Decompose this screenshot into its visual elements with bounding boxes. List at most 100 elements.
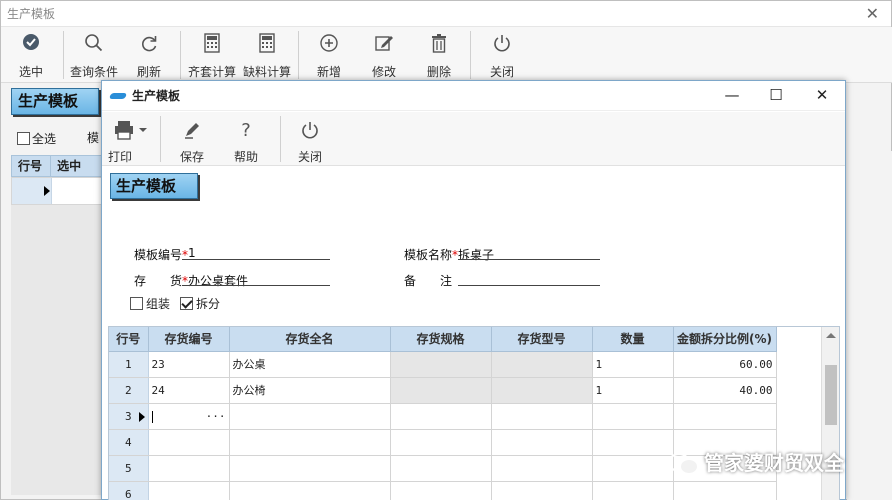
bg-close-label: 关闭 <box>489 65 514 79</box>
inventory-name-cell[interactable] <box>229 455 391 482</box>
background-grid-header-cell: 选中 <box>57 159 82 173</box>
table-row[interactable]: 1 23 办公桌 1 60.00 <box>109 351 777 378</box>
quantity-cell[interactable]: 1 <box>592 351 674 378</box>
template-name-input[interactable]: 拆桌子 <box>458 246 494 263</box>
app-logo-icon <box>108 92 128 99</box>
maximize-icon[interactable]: ☐ <box>764 86 788 104</box>
inventory-label-b: 货 <box>170 274 183 288</box>
inventory-spec-cell <box>390 377 492 404</box>
background-section-tag: 生产模板 <box>11 88 99 115</box>
split-ratio-cell[interactable]: 60.00 <box>673 351 777 378</box>
inventory-spec-cell <box>390 351 492 378</box>
template-code-input[interactable]: 1 <box>188 246 196 260</box>
background-window-title: 生产模板 <box>7 7 56 21</box>
inventory-model-cell <box>491 351 593 378</box>
refresh-label: 刷新 <box>136 65 161 79</box>
help-label: 帮助 <box>233 150 258 164</box>
text-caret <box>151 410 153 423</box>
grid-header-cell: 存货全名 <box>229 327 391 352</box>
background-window-titlebar: 生产模板 <box>1 1 891 27</box>
background-grid-area <box>11 205 103 495</box>
quantity-cell[interactable] <box>592 481 674 500</box>
grid-header-cell: 行号 <box>109 327 149 352</box>
dialog-close-button[interactable]: 关闭 <box>290 120 330 165</box>
edit-label: 修改 <box>371 65 396 79</box>
row-number: 6 <box>109 481 149 500</box>
search-icon <box>64 33 124 57</box>
print-button[interactable]: 打印 <box>108 120 156 165</box>
select-all-checkbox[interactable]: 全选 <box>17 130 56 147</box>
remark-underline <box>458 285 600 286</box>
shortage-calc-button[interactable]: 缺料计算 <box>237 33 297 80</box>
delete-button[interactable]: 删除 <box>409 33 469 80</box>
select-all-box[interactable] <box>17 132 30 145</box>
background-close-icon[interactable]: ✕ <box>866 4 879 23</box>
close-icon[interactable]: ✕ <box>810 86 834 104</box>
inventory-name-cell[interactable]: 办公桌 <box>229 351 391 378</box>
quantity-cell[interactable] <box>592 429 674 456</box>
template-name-label-text: 模板名称 <box>404 248 453 262</box>
dialog-title: 生产模板 <box>132 89 181 103</box>
table-row[interactable]: 2 24 办公椅 1 40.00 <box>109 377 777 404</box>
kit-calc-button[interactable]: 齐套计算 <box>182 33 242 80</box>
inventory-code-cell[interactable] <box>148 429 230 456</box>
grid-header-cell: 存货型号 <box>491 327 593 352</box>
inventory-code-cell[interactable]: 24 <box>148 377 230 404</box>
inventory-code-cell[interactable]: 23 <box>148 351 230 378</box>
inventory-name-cell[interactable]: 办公椅 <box>229 377 391 404</box>
inventory-code-cell-editing[interactable]: ··· <box>148 403 230 430</box>
background-grid-row[interactable] <box>11 177 103 205</box>
trash-icon <box>409 33 469 57</box>
scroll-up-icon[interactable] <box>826 333 836 338</box>
assemble-checkbox[interactable]: 组装 <box>130 295 170 312</box>
pen-icon <box>172 120 212 142</box>
assemble-label: 组装 <box>146 297 171 311</box>
dialog-toolbar: 打印 保存 ? 帮助 关闭 <box>102 112 845 166</box>
help-button[interactable]: ? 帮助 <box>226 120 266 165</box>
quantity-cell[interactable]: 1 <box>592 377 674 404</box>
inventory-code-cell[interactable] <box>148 455 230 482</box>
split-box[interactable] <box>180 297 193 310</box>
inventory-name-cell[interactable] <box>229 429 391 456</box>
save-button[interactable]: 保存 <box>172 120 212 165</box>
assemble-box[interactable] <box>130 297 143 310</box>
table-row-current[interactable]: 3 ··· <box>109 403 777 430</box>
minimize-icon[interactable]: — <box>720 86 744 104</box>
inventory-spec-cell <box>390 429 492 456</box>
edit-button[interactable]: 修改 <box>354 33 414 80</box>
dialog-close-label: 关闭 <box>297 150 322 164</box>
query-conditions-label: 查询条件 <box>69 65 118 79</box>
add-button[interactable]: 新增 <box>299 33 359 80</box>
background-grid-header: 行号 选中 <box>11 155 103 177</box>
check-circle-icon <box>1 33 61 57</box>
inventory-code-cell[interactable] <box>148 481 230 500</box>
quantity-cell[interactable] <box>592 403 674 430</box>
print-label: 打印 <box>108 150 133 164</box>
split-checkbox[interactable]: 拆分 <box>180 295 220 312</box>
inventory-name-cell[interactable] <box>229 481 391 500</box>
template-name-underline <box>458 259 600 260</box>
split-ratio-cell[interactable] <box>673 403 777 430</box>
split-ratio-cell[interactable]: 40.00 <box>673 377 777 404</box>
select-button[interactable]: 选中 <box>1 33 61 80</box>
bg-close-button[interactable]: 关闭 <box>472 33 532 80</box>
refresh-button[interactable]: 刷新 <box>119 33 179 80</box>
select-label: 选中 <box>18 65 43 79</box>
lookup-ellipsis-button[interactable]: ··· <box>206 410 226 423</box>
split-ratio-cell[interactable] <box>673 481 777 500</box>
remark-label: 备注 <box>404 272 452 289</box>
watermark-text: 管家婆财贸双全 <box>704 451 844 475</box>
inventory-name-cell[interactable] <box>229 403 391 430</box>
refresh-icon <box>119 33 179 57</box>
plus-circle-icon <box>299 33 359 57</box>
table-row[interactable]: 6 <box>109 481 777 500</box>
current-row-arrow-icon <box>139 411 145 422</box>
wechat-icon <box>668 449 699 475</box>
row-number: 2 <box>109 377 149 404</box>
row-number: 1 <box>109 351 149 378</box>
quantity-cell[interactable] <box>592 455 674 482</box>
production-template-dialog: 生产模板 — ☐ ✕ 打印 保存 ? 帮助 关闭 生产模板 模板编号* 1 模板… <box>101 80 846 500</box>
query-conditions-button[interactable]: 查询条件 <box>64 33 124 80</box>
inventory-input[interactable]: 办公桌套件 <box>188 272 248 289</box>
scroll-thumb[interactable] <box>825 365 837 425</box>
